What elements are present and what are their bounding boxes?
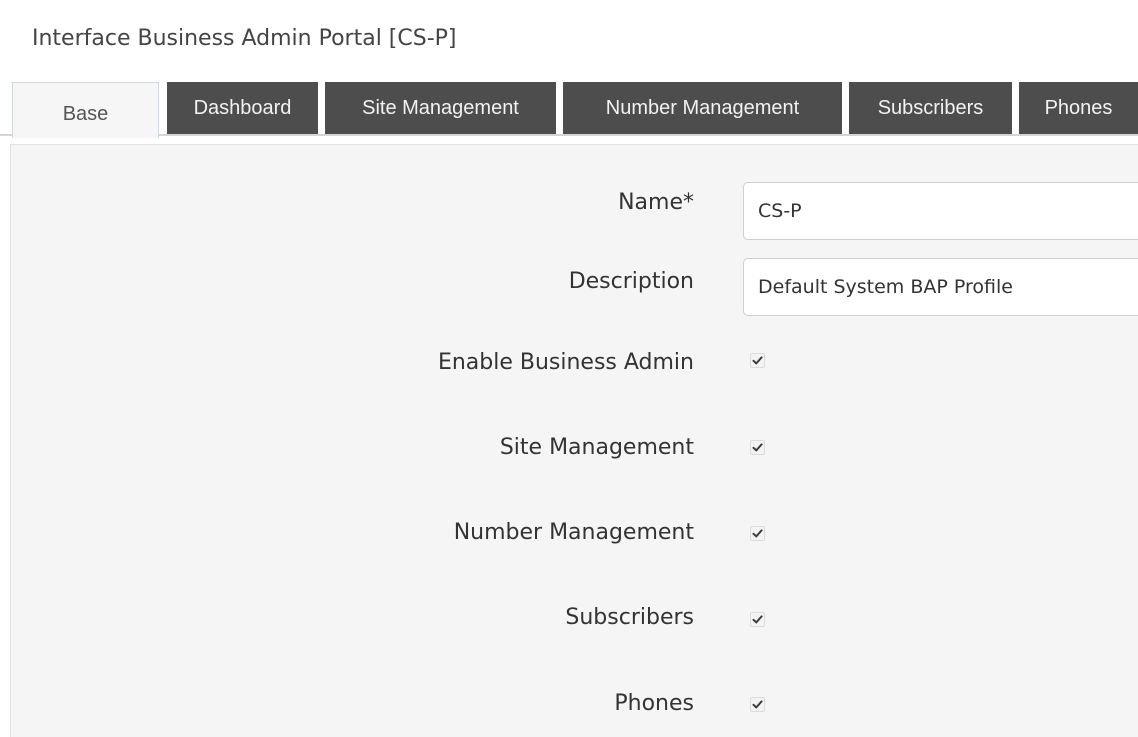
subscribers-label: Subscribers xyxy=(565,605,694,630)
checkmark-icon xyxy=(752,700,763,709)
checkmark-icon xyxy=(752,443,763,452)
enable-business-admin-label: Enable Business Admin xyxy=(437,350,694,375)
site-management-label: Site Management xyxy=(499,435,694,460)
description-label: Description xyxy=(568,269,694,294)
site-management-checkbox[interactable] xyxy=(750,440,765,455)
number-management-label: Number Management xyxy=(453,520,694,545)
name-label: Name* xyxy=(618,190,694,215)
tab-bar-divider xyxy=(0,134,1138,136)
tab-base[interactable]: Base xyxy=(12,82,159,138)
tab-subscribers[interactable]: Subscribers xyxy=(849,82,1012,134)
enable-business-admin-checkbox[interactable] xyxy=(750,353,765,368)
description-input[interactable] xyxy=(743,258,1138,316)
tab-site-management[interactable]: Site Management xyxy=(325,82,556,134)
page-title: Interface Business Admin Portal [CS-P] xyxy=(32,26,457,51)
phones-label: Phones xyxy=(614,691,694,716)
number-management-checkbox[interactable] xyxy=(750,526,765,541)
checkmark-icon xyxy=(752,529,763,538)
tab-phones[interactable]: Phones xyxy=(1019,82,1138,134)
checkmark-icon xyxy=(752,356,763,365)
tab-base-label: Base xyxy=(62,103,109,125)
tab-subscribers-label: Subscribers xyxy=(877,96,984,119)
tab-number-management[interactable]: Number Management xyxy=(563,82,842,134)
tab-dashboard-label: Dashboard xyxy=(193,96,292,119)
name-input[interactable] xyxy=(743,182,1138,240)
tab-site-management-label: Site Management xyxy=(362,96,519,119)
tab-phones-label: Phones xyxy=(1044,96,1113,119)
tab-number-management-label: Number Management xyxy=(605,96,800,119)
checkmark-icon xyxy=(752,615,763,624)
phones-checkbox[interactable] xyxy=(750,697,765,712)
subscribers-checkbox[interactable] xyxy=(750,612,765,627)
tab-dashboard[interactable]: Dashboard xyxy=(167,82,318,134)
